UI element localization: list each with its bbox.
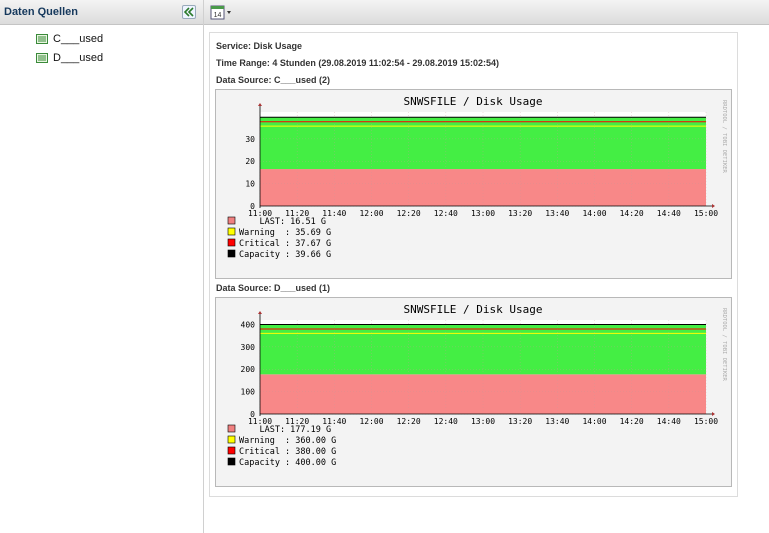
legend-entry: LAST: 16.51 G	[239, 217, 326, 227]
x-tick-label: 13:40	[545, 209, 569, 218]
x-tick-label: 14:40	[657, 209, 681, 218]
x-tick-label: 12:20	[397, 209, 421, 218]
data-source-label: Data Source: C___used (2)	[216, 75, 331, 85]
legend-entry: Critical : 37.67 G	[239, 239, 331, 249]
x-tick-label: 12:40	[434, 209, 458, 218]
legend-swatch	[227, 446, 236, 455]
x-tick-label: 14:20	[620, 417, 644, 426]
graph-d-used: SNWSFILE / Disk Usage RRDTOOL / TOBI OETI…	[215, 297, 732, 487]
chart-title: SNWSFILE / Disk Usage	[403, 95, 542, 108]
x-tick-label: 12:00	[359, 417, 383, 426]
y-tick-label: 10	[245, 180, 255, 189]
x-tick-label: 14:20	[620, 209, 644, 218]
x-tick-label: 13:20	[508, 417, 532, 426]
sidebar-item-label: C___used	[53, 33, 104, 45]
sidebar-item-label: D___used	[53, 52, 104, 64]
legend-swatch	[227, 249, 236, 258]
y-tick-label: 20	[245, 157, 255, 166]
legend-entry: Warning : 360.00 G	[239, 436, 336, 446]
rrdtool-watermark: RRDTOOL / TOBI OETIKER	[721, 308, 727, 382]
calendar-day-text: 14	[214, 12, 222, 19]
disk-usage-chart: SNWSFILE / Disk Usage RRDTOOL / TOBI OETI…	[227, 303, 727, 468]
sidebar: Daten Quellen C___used D___used	[0, 0, 204, 533]
legend-entry: Capacity : 400.00 G	[239, 458, 336, 468]
x-tick-label: 14:00	[582, 209, 606, 218]
graph-panel: Service: Disk Usage Time Range: 4 Stunde…	[209, 32, 738, 497]
y-axis-arrow	[258, 311, 262, 314]
rrdtool-watermark: RRDTOOL / TOBI OETIKER	[721, 100, 727, 174]
double-chevron-left-icon	[184, 7, 194, 17]
x-tick-label: 12:40	[434, 417, 458, 426]
toolbar: 14	[204, 0, 769, 25]
x-tick-label: 12:20	[397, 417, 421, 426]
disk-usage-chart: SNWSFILE / Disk Usage RRDTOOL / TOBI OETI…	[227, 95, 727, 260]
y-tick-label: 200	[241, 365, 256, 374]
legend-swatch	[227, 238, 236, 247]
service-label: Service: Disk Usage	[216, 41, 303, 51]
x-tick-label: 13:00	[471, 417, 495, 426]
legend-swatch	[227, 457, 236, 466]
sidebar-title: Daten Quellen	[4, 6, 78, 18]
legend-entry: Critical : 380.00 G	[239, 447, 336, 457]
legend-swatch	[227, 216, 236, 225]
datasource-icon	[36, 53, 48, 63]
time-range-label: Time Range: 4 Stunden (29.08.2019 11:02:…	[216, 58, 499, 68]
x-tick-label: 13:00	[471, 209, 495, 218]
x-tick-label: 14:40	[657, 417, 681, 426]
legend-swatch	[227, 227, 236, 236]
y-tick-label: 300	[241, 343, 256, 352]
x-tick-label: 15:00	[694, 417, 718, 426]
dropdown-arrow-icon	[227, 11, 231, 14]
y-tick-label: 30	[245, 135, 255, 144]
x-tick-label: 13:40	[545, 417, 569, 426]
series-free-area	[260, 324, 706, 375]
legend-entry: Capacity : 39.66 G	[239, 250, 331, 260]
sidebar-header: Daten Quellen	[0, 0, 203, 25]
chart-title: SNWSFILE / Disk Usage	[403, 303, 542, 316]
legend-entry: LAST: 177.19 G	[239, 425, 331, 435]
datasource-icon	[36, 34, 48, 44]
y-tick-label: 100	[241, 388, 256, 397]
x-tick-label: 13:20	[508, 209, 532, 218]
x-axis-arrow	[712, 204, 715, 208]
y-tick-label: 400	[241, 320, 256, 329]
calendar-icon: 14	[210, 5, 231, 20]
x-tick-label: 12:00	[359, 209, 383, 218]
data-source-label: Data Source: D___used (1)	[216, 283, 331, 293]
legend-swatch	[227, 435, 236, 444]
x-axis-arrow	[712, 412, 715, 416]
y-axis-arrow	[258, 103, 262, 106]
legend-swatch	[227, 424, 236, 433]
graph-c-used: SNWSFILE / Disk Usage RRDTOOL / TOBI OETI…	[215, 89, 732, 279]
collapse-sidebar-button[interactable]	[182, 5, 196, 19]
calendar-dropdown-button[interactable]: 14	[210, 4, 234, 20]
legend-entry: Warning : 35.69 G	[239, 228, 331, 238]
x-tick-label: 15:00	[694, 209, 718, 218]
x-tick-label: 14:00	[582, 417, 606, 426]
